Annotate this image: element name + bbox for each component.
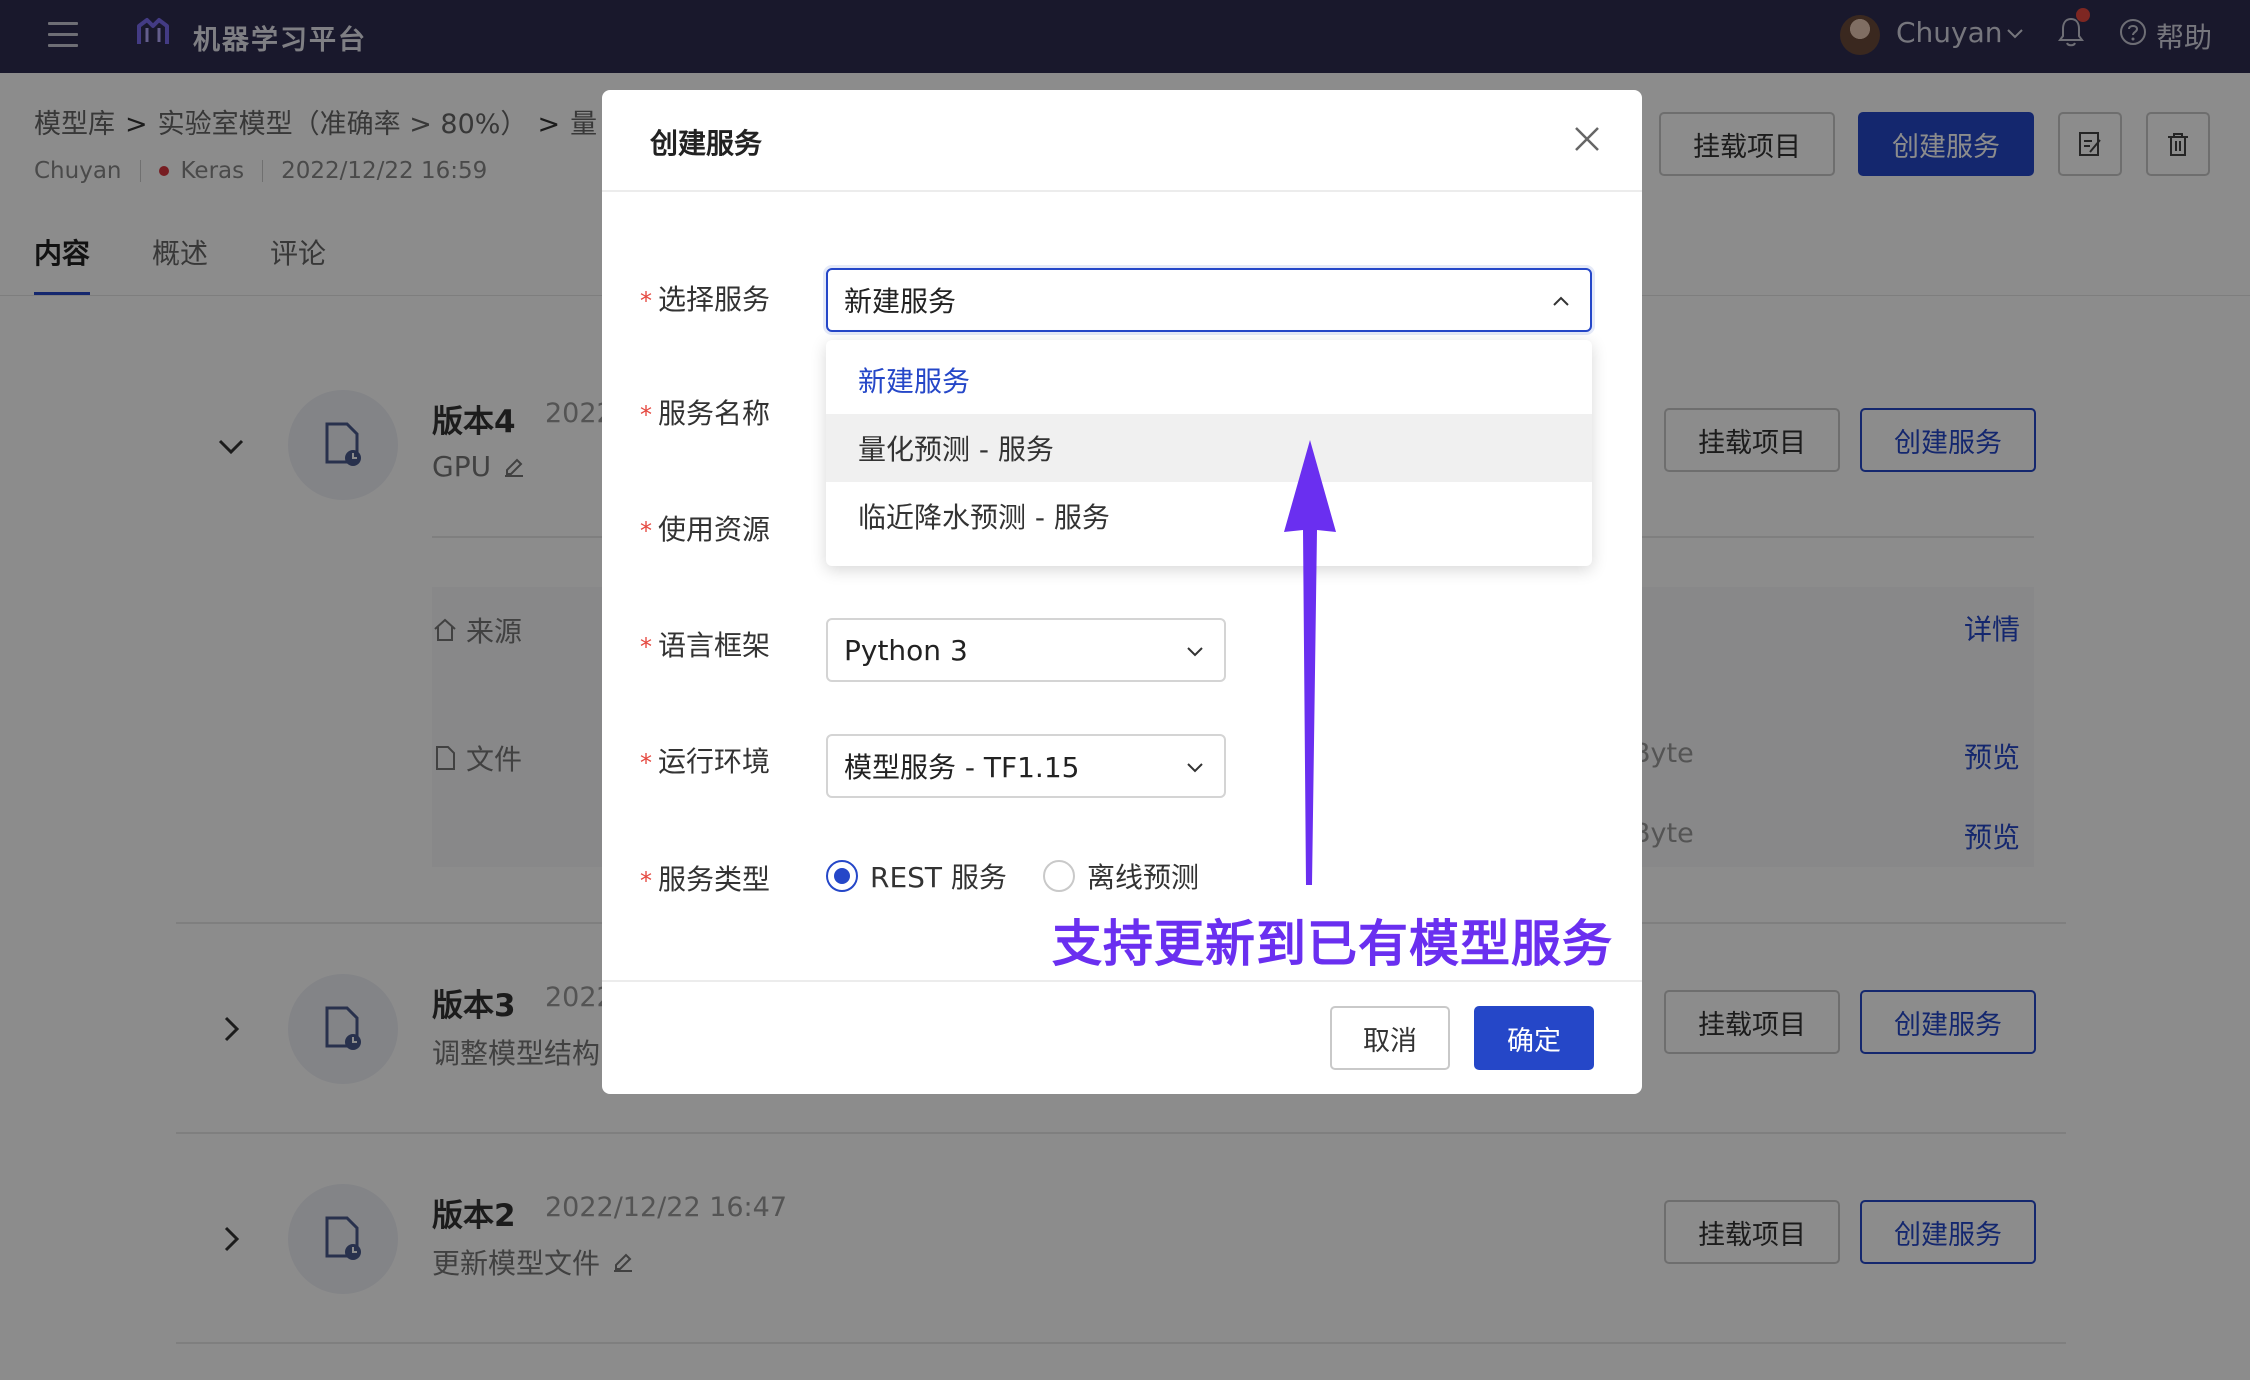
radio-rest-service[interactable]: REST 服务: [826, 856, 1007, 896]
dialog-header-divider: [602, 190, 1642, 192]
resource-label: * 使用资源: [640, 513, 771, 546]
select-service-dropdown[interactable]: 新建服务: [826, 268, 1592, 332]
chevron-up-icon: [1553, 296, 1569, 306]
runtime-env-label: * 运行环境: [640, 745, 771, 778]
annotation-arrow: [1284, 440, 1336, 885]
radio-label: 离线预测: [1086, 861, 1199, 894]
language-framework-value: Python 3: [844, 633, 968, 667]
runtime-env-select[interactable]: 模型服务 - TF1.15: [826, 734, 1226, 798]
dropdown-option[interactable]: 临近降水预测 - 服务: [826, 482, 1592, 550]
select-service-options: 新建服务 量化预测 - 服务 临近降水预测 - 服务: [826, 340, 1592, 566]
select-service-label: * 选择服务: [640, 283, 771, 316]
radio-button[interactable]: [1042, 860, 1075, 892]
radio-offline-prediction[interactable]: 离线预测: [1042, 856, 1199, 896]
service-type-label: * 服务类型: [640, 863, 771, 896]
runtime-env-value: 模型服务 - TF1.15: [844, 751, 1080, 784]
chevron-down-icon: [1187, 647, 1203, 657]
chevron-down-icon: [1187, 763, 1203, 773]
select-service-value: 新建服务: [844, 285, 957, 318]
annotation-text: 支持更新到已有模型服务: [1052, 915, 1613, 973]
service-type-radio-group: REST 服务 离线预测: [826, 856, 1235, 896]
dropdown-option[interactable]: 新建服务: [826, 346, 1592, 414]
language-framework-label: * 语言框架: [640, 629, 771, 662]
cancel-button[interactable]: 取消: [1330, 1006, 1450, 1070]
radio-button[interactable]: [826, 860, 858, 892]
service-name-label: * 服务名称: [640, 397, 771, 430]
dropdown-option[interactable]: 量化预测 - 服务: [826, 414, 1592, 482]
confirm-button[interactable]: 确定: [1474, 1006, 1594, 1070]
close-icon[interactable]: [1572, 124, 1602, 154]
dialog-title: 创建服务: [650, 127, 763, 160]
language-framework-select[interactable]: Python 3: [826, 618, 1226, 682]
dialog-footer-divider: [602, 980, 1642, 982]
radio-label: REST 服务: [870, 861, 1007, 894]
